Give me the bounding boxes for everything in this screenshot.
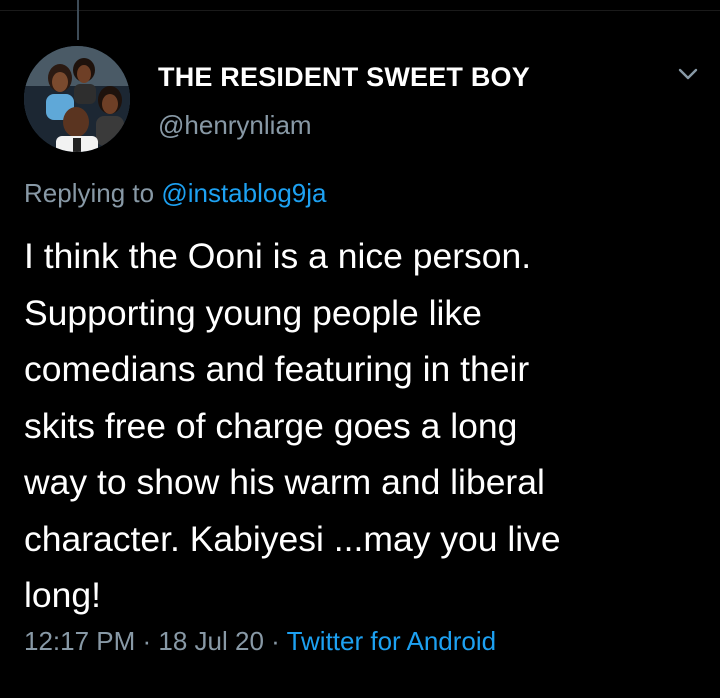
tweet-text-line: character. Kabiyesi ...may you live	[24, 518, 561, 559]
tweet-text-line: I think the Ooni is a nice person.	[24, 236, 532, 276]
thread-connector-line	[77, 0, 79, 40]
tweet-text-line: skits free of charge goes a long	[24, 405, 518, 446]
tweet-date[interactable]: 18 Jul 20	[158, 626, 264, 656]
meta-separator: ·	[135, 626, 159, 656]
reply-mention-link[interactable]: @instablog9ja	[161, 178, 326, 208]
author-display-name[interactable]: THE RESIDENT SWEET BOY	[158, 62, 530, 93]
tweet-text-line: long!	[24, 575, 101, 615]
avatar[interactable]	[24, 46, 130, 152]
author-handle[interactable]: @henrynliam	[158, 110, 312, 141]
replying-to-line: Replying to @instablog9ja	[24, 178, 326, 209]
tweet-meta: 12:17 PM · 18 Jul 20 · Twitter for Andro…	[24, 626, 496, 657]
top-divider	[0, 10, 720, 11]
replying-to-prefix: Replying to	[24, 178, 162, 208]
tweet-text-line: comedians and featuring in their	[24, 349, 530, 389]
tweet-time[interactable]: 12:17 PM	[24, 626, 135, 656]
tweet-text-line: way to show his warm and liberal	[24, 462, 545, 502]
meta-separator: ·	[263, 626, 287, 656]
tweet-text: I think the Ooni is a nice person. Suppo…	[24, 228, 694, 624]
tweet-menu-button[interactable]	[670, 58, 706, 94]
tweet-source-link[interactable]: Twitter for Android	[287, 626, 497, 656]
tweet-text-line: Supporting young people like	[24, 292, 482, 333]
chevron-down-icon	[677, 67, 699, 86]
